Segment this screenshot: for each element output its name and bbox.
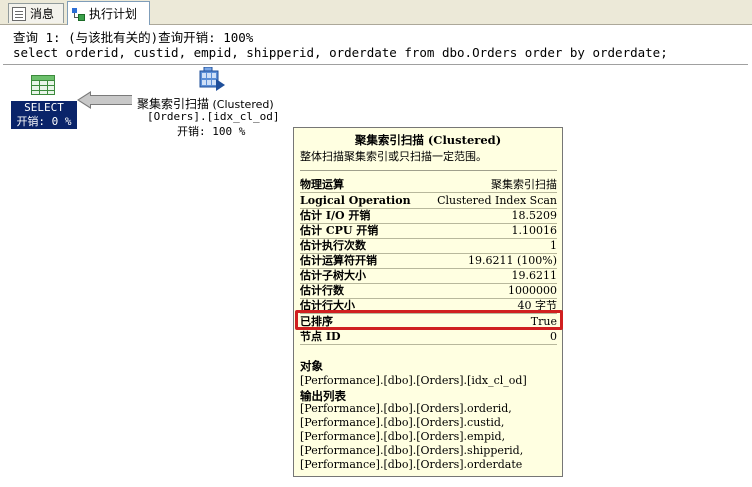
execution-plan-icon [71, 7, 85, 21]
property-row: 估计运算符开销 19.6211 (100%) [300, 253, 557, 269]
property-row: 节点 ID 0 [300, 329, 557, 345]
operator-tooltip: 聚集索引扫描 (Clustered) 整体扫描聚集索引或只扫描一定范围。 物理运… [293, 127, 563, 477]
results-tab-strip: 消息 执行计划 [0, 0, 752, 25]
scan-node-object: [Orders].[idx_cl_od] [147, 110, 280, 123]
property-key: 估计子树大小 [300, 269, 366, 282]
tab-execution-plan-label: 执行计划 [89, 7, 138, 21]
property-value: 1000000 [508, 284, 557, 297]
output-column: [Performance].[dbo].[Orders].custid, [300, 416, 505, 429]
property-value: 18.5209 [511, 209, 558, 222]
tab-messages[interactable]: 消息 [8, 3, 64, 23]
property-value: 19.6211 (100%) [467, 254, 557, 267]
output-column: [Performance].[dbo].[Orders].empid, [300, 430, 506, 443]
property-key: 估计运算符开销 [300, 254, 377, 267]
select-node-icon[interactable] [31, 75, 55, 95]
property-row: Logical Operation Clustered Index Scan [300, 193, 557, 209]
property-key: 估计 I/O 开销 [300, 209, 371, 222]
property-key: 估计 CPU 开销 [300, 224, 379, 237]
object-heading: 对象 [300, 359, 323, 373]
property-value: 1 [550, 239, 557, 252]
object-value: [Performance].[dbo].[Orders].[idx_cl_od] [300, 374, 527, 387]
tooltip-divider [300, 170, 557, 171]
property-key: 估计行数 [300, 284, 344, 297]
property-key: Logical Operation [300, 194, 411, 207]
property-row: 估计子树大小 19.6211 [300, 268, 557, 284]
property-key: 节点 ID [300, 330, 341, 343]
property-row: 估计行数 1000000 [300, 283, 557, 299]
output-column: [Performance].[dbo].[Orders].orderid, [300, 402, 512, 415]
property-value: 聚集索引扫描 [491, 178, 557, 191]
output-column: [Performance].[dbo].[Orders].orderdate [300, 458, 523, 471]
select-node-label: SELECT [24, 101, 64, 114]
property-value: 1.10016 [511, 224, 558, 237]
tab-messages-label: 消息 [30, 7, 55, 21]
property-row: 物理运算 聚集索引扫描 [300, 177, 557, 193]
query-sql-text: select orderid, custid, empid, shipperid… [13, 45, 668, 60]
select-node-cost: 开销: 0 % [16, 115, 72, 128]
output-column: [Performance].[dbo].[Orders].shipperid, [300, 444, 524, 457]
tooltip-title: 聚集索引扫描 (Clustered) [354, 133, 502, 147]
property-row: 估计 I/O 开销 18.5209 [300, 208, 557, 224]
flow-arrow[interactable] [90, 95, 132, 105]
property-value: 0 [550, 330, 557, 343]
message-icon [12, 6, 26, 21]
clustered-index-scan-icon[interactable] [198, 67, 226, 93]
property-key: 物理运算 [300, 178, 344, 191]
property-key: 估计执行次数 [300, 239, 366, 252]
query-cost-header: 查询 1: (与该批有关的)查询开销: 100% [13, 30, 254, 45]
tab-execution-plan[interactable]: 执行计划 [67, 1, 150, 25]
tooltip-description: 整体扫描聚集索引或只扫描一定范围。 [300, 150, 487, 163]
scan-node-cost: 开销: 100 % [177, 125, 246, 138]
property-row: 估计执行次数 1 [300, 238, 557, 254]
property-value: 19.6211 [511, 269, 558, 282]
scan-node-name: 聚集索引扫描 [137, 97, 210, 111]
property-row: 估计 CPU 开销 1.10016 [300, 223, 557, 239]
flow-arrow-head [77, 91, 91, 109]
property-value: Clustered Index Scan [437, 194, 557, 207]
header-divider [3, 64, 748, 65]
select-node[interactable]: SELECT 开销: 0 % [11, 101, 77, 129]
sorted-highlight-box [295, 310, 563, 330]
